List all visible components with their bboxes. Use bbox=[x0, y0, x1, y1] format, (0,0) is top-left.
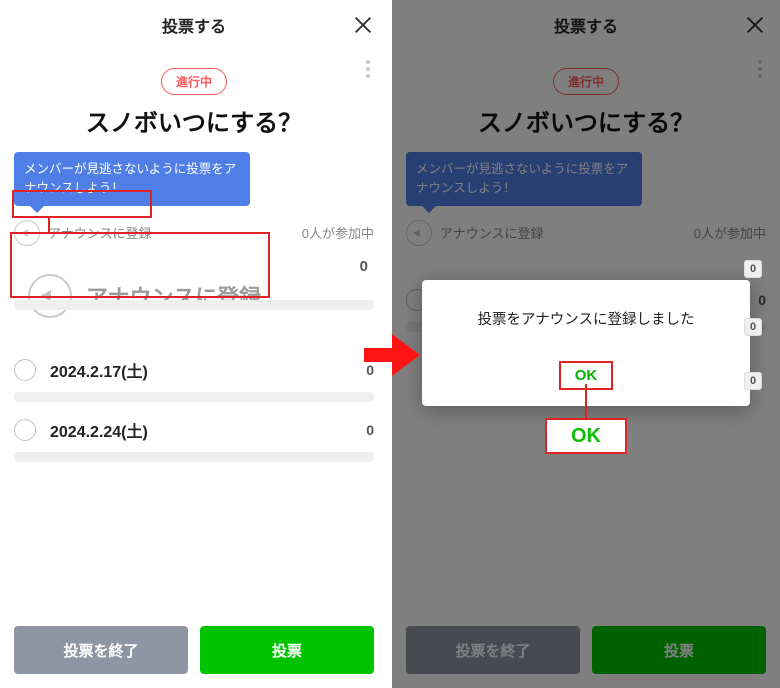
option-label: 2024.2.24(土) bbox=[50, 418, 366, 442]
option-label: 2024.2.17(土) bbox=[50, 358, 366, 382]
highlight-announce-small bbox=[12, 190, 152, 218]
option-count-peek: 0 bbox=[744, 372, 762, 390]
tooltip-line1: メンバーが見逃さないように投票をア bbox=[24, 160, 240, 179]
modal-message: 投票をアナウンスに登録しました bbox=[434, 308, 738, 329]
end-vote-button[interactable]: 投票を終了 bbox=[14, 626, 188, 674]
vote-button[interactable]: 投票 bbox=[200, 626, 374, 674]
option-count-peek: 0 bbox=[744, 318, 762, 336]
poll-option[interactable]: 2024.2.17(土) 0 bbox=[14, 344, 374, 386]
highlight-connector bbox=[585, 384, 587, 418]
radio-icon[interactable] bbox=[14, 419, 36, 441]
option-count: 0 bbox=[366, 422, 374, 438]
poll-question: スノボいつにする？ bbox=[0, 103, 388, 138]
phone-after: 投票する 進行中 スノボいつにする？ メンバーが見逃さないように投票をア ナウン… bbox=[392, 0, 780, 688]
radio-icon[interactable] bbox=[14, 359, 36, 381]
option-count-peek: 0 bbox=[744, 260, 762, 278]
option-bar bbox=[14, 452, 374, 462]
arrow-icon bbox=[364, 330, 420, 380]
announce-callout-bar bbox=[14, 300, 374, 310]
poll-option[interactable]: 2024.2.24(土) 0 bbox=[14, 404, 374, 446]
phone-before: 投票する 進行中 スノボいつにする？ メンバーが見逃さないように投票をア ナウン… bbox=[0, 0, 388, 688]
close-icon[interactable] bbox=[352, 14, 374, 36]
status-badge: 進行中 bbox=[161, 68, 227, 95]
ok-callout: OK bbox=[545, 418, 627, 454]
header-title: 投票する bbox=[162, 13, 226, 37]
announce-callout-count: 0 bbox=[360, 258, 368, 275]
bottom-buttons: 投票を終了 投票 bbox=[14, 626, 374, 674]
header: 投票する bbox=[0, 0, 388, 50]
highlight-announce-big bbox=[10, 232, 270, 298]
participants-count: 0人が参加中 bbox=[302, 223, 374, 242]
option-bar bbox=[14, 392, 374, 402]
kebab-icon[interactable] bbox=[366, 60, 370, 78]
